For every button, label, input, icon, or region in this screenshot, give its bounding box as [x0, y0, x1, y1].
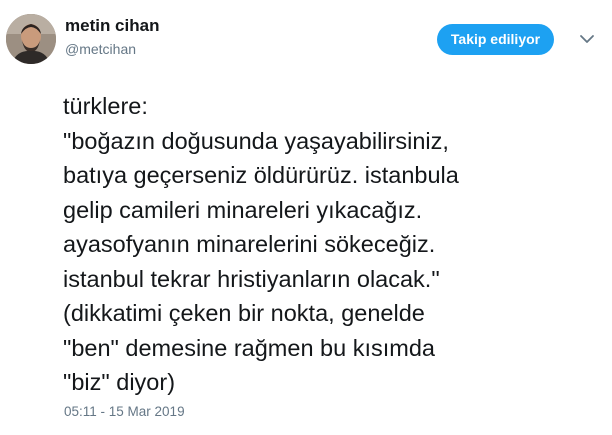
tweet-text: türklere: "boğazın doğusunda yaşayabilir… — [63, 93, 459, 395]
avatar[interactable] — [6, 14, 56, 64]
username[interactable]: @metcihan — [65, 41, 136, 57]
following-button[interactable]: Takip ediliyor — [437, 24, 554, 55]
avatar-image — [6, 14, 56, 64]
tweet-timestamp[interactable]: 05:11 - 15 Mar 2019 — [64, 404, 185, 419]
tweet-card: metin cihan @metcihan Takip ediliyor tür… — [0, 0, 612, 435]
chevron-down-icon[interactable] — [578, 30, 596, 48]
display-name[interactable]: metin cihan — [65, 16, 159, 36]
